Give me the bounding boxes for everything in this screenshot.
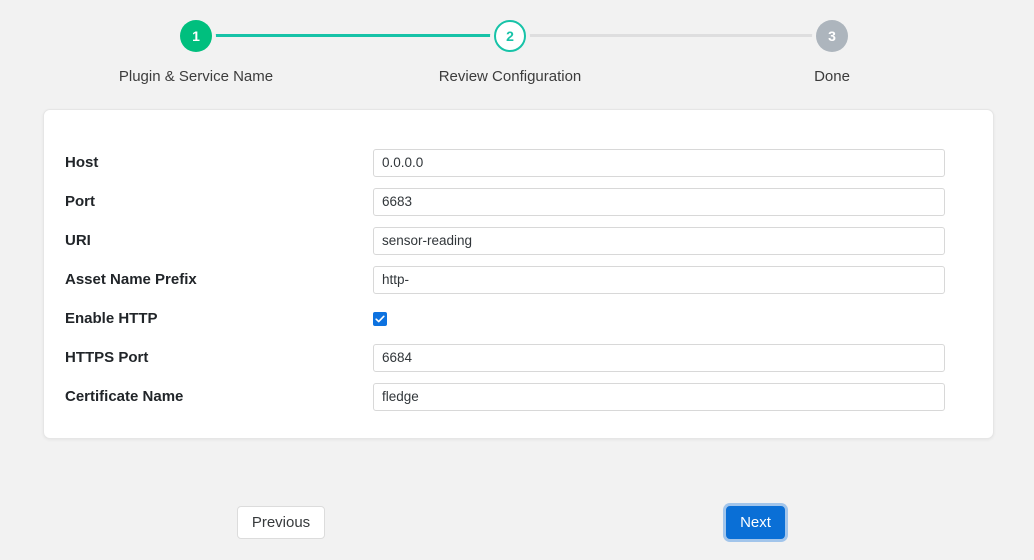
control-host — [373, 149, 972, 177]
wizard-step-1[interactable]: 1 Plugin & Service Name — [86, 20, 306, 85]
enable-http-checkbox[interactable] — [373, 312, 387, 326]
control-https-port — [373, 344, 972, 372]
uri-input[interactable] — [373, 227, 945, 255]
step-connector-2-3 — [510, 34, 832, 37]
form-row-asset-name-prefix: Asset Name Prefix — [65, 260, 972, 299]
form-row-enable-http: Enable HTTP — [65, 299, 972, 338]
configuration-form: Host Port URI Asset Name Prefix Enable H — [44, 110, 993, 416]
step-2-number: 2 — [506, 29, 514, 43]
configuration-card: Host Port URI Asset Name Prefix Enable H — [43, 109, 994, 439]
wizard-step-3[interactable]: 3 Done — [722, 20, 942, 85]
control-certificate-name — [373, 383, 972, 411]
step-2-label: Review Configuration — [400, 68, 620, 85]
step-3-number: 3 — [828, 29, 836, 43]
label-https-port: HTTPS Port — [65, 349, 373, 367]
port-input[interactable] — [373, 188, 945, 216]
form-row-port: Port — [65, 182, 972, 221]
label-asset-name-prefix: Asset Name Prefix — [65, 271, 373, 289]
host-input[interactable] — [373, 149, 945, 177]
form-row-uri: URI — [65, 221, 972, 260]
check-icon — [375, 314, 385, 324]
step-1-number: 1 — [192, 29, 200, 43]
previous-button[interactable]: Previous — [237, 506, 325, 539]
wizard-stepper: 1 Plugin & Service Name 2 Review Configu… — [0, 0, 1034, 96]
control-uri — [373, 227, 972, 255]
step-1-circle[interactable]: 1 — [180, 20, 212, 52]
label-host: Host — [65, 154, 373, 172]
form-row-https-port: HTTPS Port — [65, 338, 972, 377]
label-port: Port — [65, 193, 373, 211]
form-row-host: Host — [65, 143, 972, 182]
wizard-footer: Previous Next — [0, 495, 1034, 555]
asset-name-prefix-input[interactable] — [373, 266, 945, 294]
step-3-circle[interactable]: 3 — [816, 20, 848, 52]
control-asset-name-prefix — [373, 266, 972, 294]
step-1-label: Plugin & Service Name — [86, 68, 306, 85]
control-enable-http — [373, 312, 972, 326]
step-connector-1-2 — [196, 34, 510, 37]
step-3-label: Done — [722, 68, 942, 85]
label-uri: URI — [65, 232, 373, 250]
control-port — [373, 188, 972, 216]
https-port-input[interactable] — [373, 344, 945, 372]
next-button[interactable]: Next — [726, 506, 785, 539]
form-row-certificate-name: Certificate Name — [65, 377, 972, 416]
step-2-circle[interactable]: 2 — [494, 20, 526, 52]
label-enable-http: Enable HTTP — [65, 310, 373, 328]
wizard-step-2[interactable]: 2 Review Configuration — [400, 20, 620, 85]
certificate-name-input[interactable] — [373, 383, 945, 411]
label-certificate-name: Certificate Name — [65, 388, 373, 406]
